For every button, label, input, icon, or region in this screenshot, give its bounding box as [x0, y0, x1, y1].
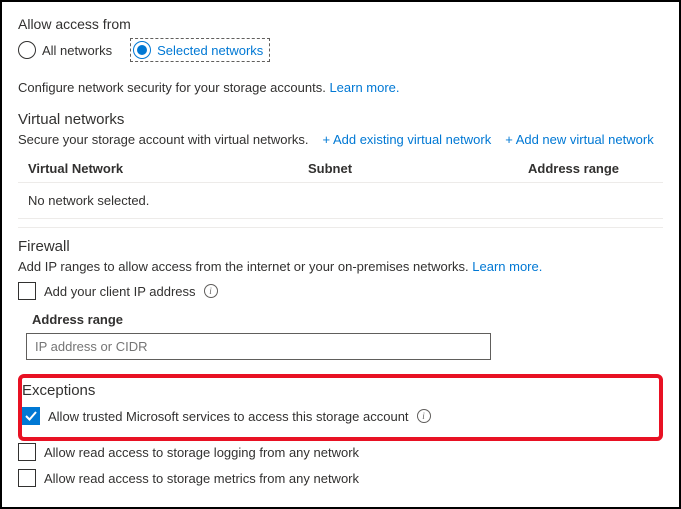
- helper-text: Configure network security for your stor…: [18, 80, 663, 95]
- checkbox-add-client-ip[interactable]: [18, 282, 36, 300]
- firewall-learn-more-link[interactable]: Learn more.: [472, 259, 542, 274]
- col-virtual-network: Virtual Network: [28, 161, 308, 176]
- exception-trusted-label: Allow trusted Microsoft services to acce…: [48, 409, 409, 424]
- add-new-vnet-link[interactable]: + Add new virtual network: [505, 132, 654, 147]
- vnet-empty-row: No network selected.: [18, 183, 663, 219]
- exceptions-callout: Exceptions Allow trusted Microsoft servi…: [18, 374, 663, 441]
- firewall-subtext-row: Add IP ranges to allow access from the i…: [18, 259, 663, 274]
- networking-panel: Allow access from All networks Selected …: [0, 0, 681, 509]
- vnet-table: Virtual Network Subnet Address range No …: [18, 155, 663, 219]
- divider: [18, 227, 663, 228]
- exception-metrics-label: Allow read access to storage metrics fro…: [44, 471, 359, 486]
- add-existing-vnet-link[interactable]: + Add existing virtual network: [322, 132, 491, 147]
- address-range-input[interactable]: [26, 333, 491, 360]
- info-icon[interactable]: i: [417, 409, 431, 423]
- col-subnet: Subnet: [308, 161, 528, 176]
- info-icon[interactable]: i: [204, 284, 218, 298]
- access-title: Allow access from: [18, 16, 663, 32]
- firewall-subtext: Add IP ranges to allow access from the i…: [18, 259, 472, 274]
- address-range-label: Address range: [32, 312, 663, 327]
- vnet-subrow: Secure your storage account with virtual…: [18, 132, 663, 147]
- exception-metrics-row: Allow read access to storage metrics fro…: [18, 467, 663, 489]
- exceptions-title: Exceptions: [22, 382, 653, 399]
- helper-text-span: Configure network security for your stor…: [18, 80, 329, 95]
- radio-label: All networks: [42, 43, 112, 58]
- add-client-ip-row: Add your client IP address i: [18, 280, 663, 302]
- checkbox-trusted-services[interactable]: [22, 407, 40, 425]
- radio-all-networks[interactable]: All networks: [18, 41, 112, 59]
- checkbox-metrics[interactable]: [18, 469, 36, 487]
- learn-more-link[interactable]: Learn more.: [329, 80, 399, 95]
- add-client-ip-label: Add your client IP address: [44, 284, 196, 299]
- firewall-title: Firewall: [18, 238, 663, 255]
- exception-trusted-row: Allow trusted Microsoft services to acce…: [22, 405, 653, 427]
- checkbox-logging[interactable]: [18, 443, 36, 461]
- col-address-range: Address range: [528, 161, 653, 176]
- radio-icon: [133, 41, 151, 59]
- access-radio-group: All networks Selected networks: [18, 38, 663, 62]
- vnet-table-head: Virtual Network Subnet Address range: [18, 155, 663, 183]
- radio-icon: [18, 41, 36, 59]
- vnet-title: Virtual networks: [18, 111, 663, 128]
- exception-logging-row: Allow read access to storage logging fro…: [18, 441, 663, 463]
- radio-selected-networks[interactable]: Selected networks: [130, 38, 270, 62]
- exception-logging-label: Allow read access to storage logging fro…: [44, 445, 359, 460]
- radio-label: Selected networks: [157, 43, 263, 58]
- vnet-subtext: Secure your storage account with virtual…: [18, 132, 308, 147]
